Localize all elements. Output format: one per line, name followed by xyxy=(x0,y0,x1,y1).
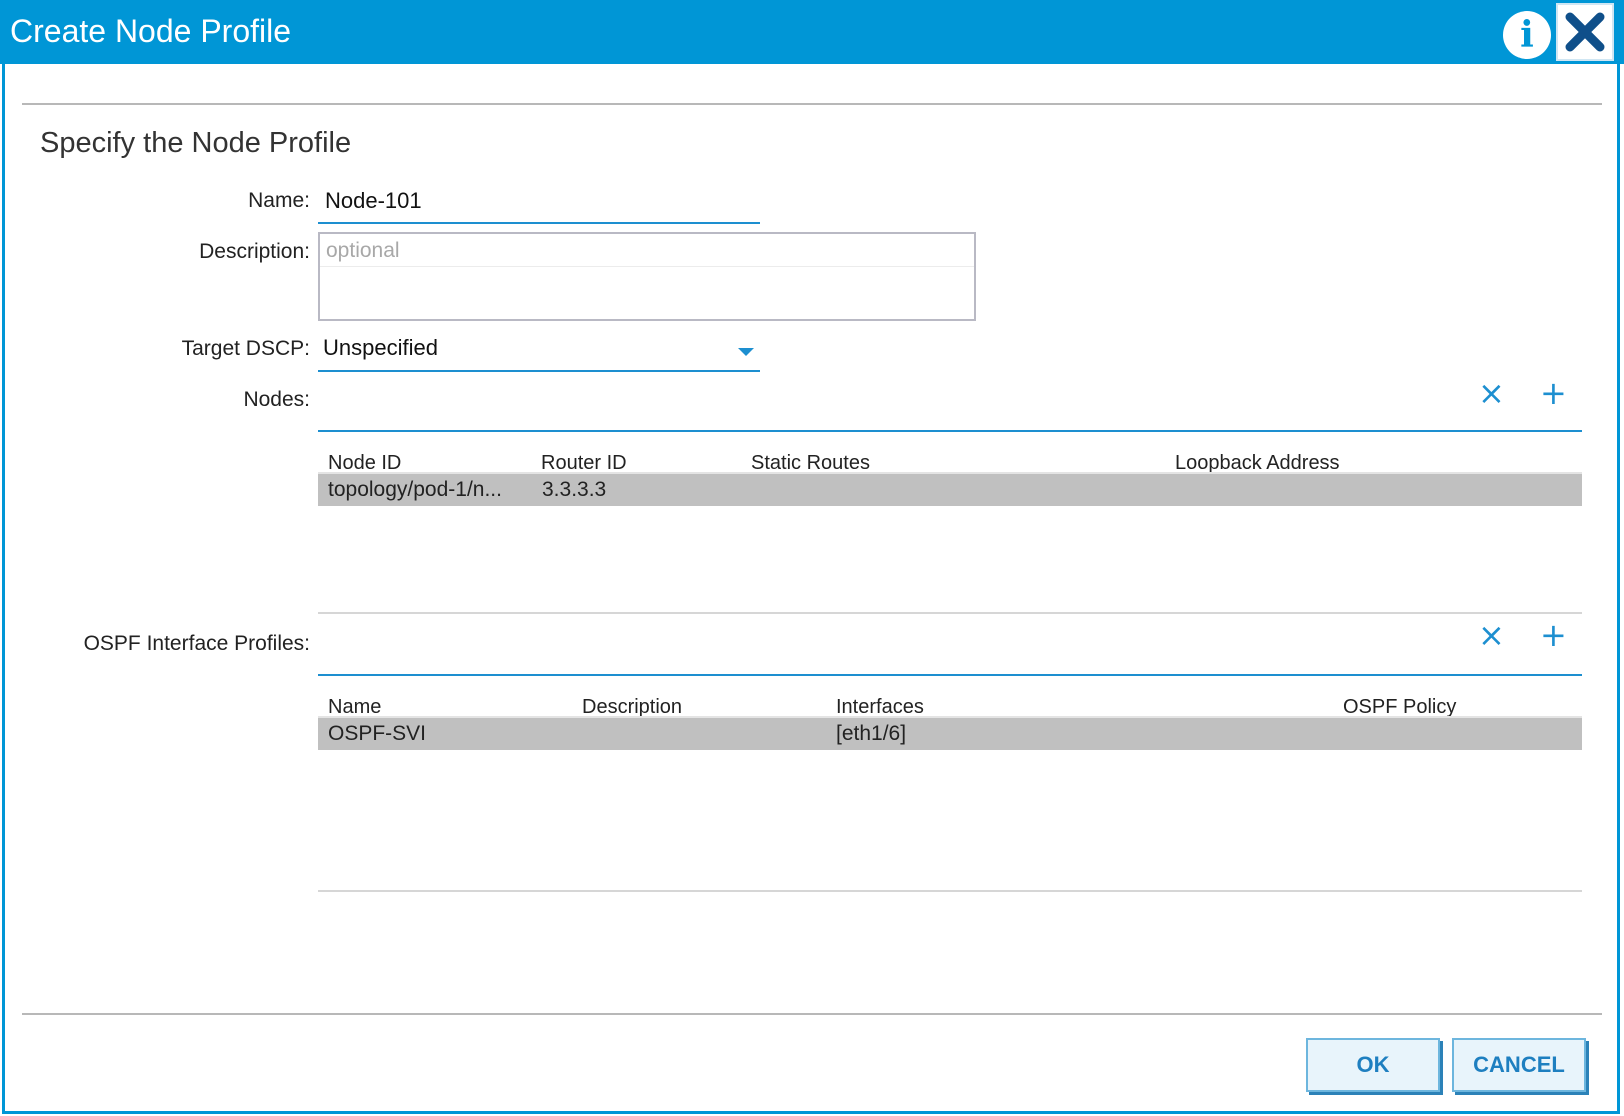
delete-ospf-profile-icon[interactable]: × xyxy=(1478,619,1505,651)
bottom-divider xyxy=(22,1013,1602,1015)
target-dscp-label: Target DSCP: xyxy=(181,337,310,360)
table-bottom-border xyxy=(318,612,1582,614)
nodes-label: Nodes: xyxy=(243,388,310,411)
add-ospf-profile-icon[interactable]: + xyxy=(1540,619,1567,651)
table-top-border xyxy=(318,674,1582,676)
table-row[interactable]: OSPF-SVI [eth1/6] xyxy=(318,718,1582,750)
name-input[interactable]: Node-101 xyxy=(318,188,760,224)
delete-node-icon[interactable]: × xyxy=(1478,377,1505,409)
ospf-interface-profiles-table: Name Description Interfaces OSPF Policy … xyxy=(318,674,1582,894)
close-x-glyph xyxy=(1565,12,1605,52)
target-dscp-select[interactable]: Unspecified xyxy=(318,335,760,372)
window-title: Create Node Profile xyxy=(10,13,292,49)
ospf-name-cell: OSPF-SVI xyxy=(328,722,427,745)
nodes-table: Node ID Router ID Static Routes Loopback… xyxy=(318,430,1582,616)
ospf-interface-profiles-label: OSPF Interface Profiles: xyxy=(83,632,310,655)
table-row[interactable]: topology/pod-1/n... 3.3.3.3 xyxy=(318,474,1582,506)
section-title: Specify the Node Profile xyxy=(40,127,352,159)
ok-button[interactable]: OK xyxy=(1306,1038,1440,1092)
ospf-interfaces-cell: [eth1/6] xyxy=(836,722,907,745)
description-textarea[interactable]: optional xyxy=(318,232,976,321)
description-label: Description: xyxy=(199,240,310,263)
node-id-cell: topology/pod-1/n... xyxy=(328,478,502,501)
table-bottom-border xyxy=(318,890,1582,892)
name-label: Name: xyxy=(248,189,310,212)
add-node-icon[interactable]: + xyxy=(1540,377,1567,409)
router-id-cell: 3.3.3.3 xyxy=(542,478,607,501)
table-top-border xyxy=(318,430,1582,432)
top-divider xyxy=(22,103,1602,105)
info-icon[interactable]: i xyxy=(1503,11,1551,59)
close-icon[interactable] xyxy=(1556,3,1614,61)
target-dscp-value: Unspecified xyxy=(323,335,438,360)
cancel-button[interactable]: CANCEL xyxy=(1452,1038,1586,1092)
title-bar: Create Node Profile i xyxy=(0,0,1624,64)
textarea-inner-line xyxy=(320,266,974,267)
description-placeholder: optional xyxy=(326,239,400,262)
chevron-down-icon[interactable] xyxy=(738,348,754,356)
